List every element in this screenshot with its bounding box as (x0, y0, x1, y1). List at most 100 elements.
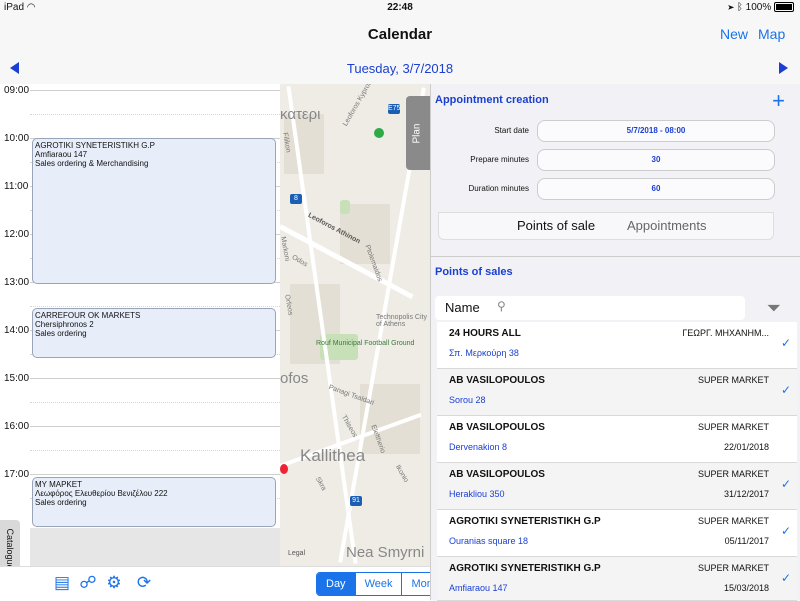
event-name: AGROTIKI SYNETERISTIKH G.P (35, 141, 156, 150)
settings-icon[interactable]: ⚙ (104, 573, 124, 593)
pos-address: Amfiaraou 147 (449, 583, 508, 593)
pos-name: AB VASILOPOULOS (449, 375, 545, 386)
status-bar: iPad ◠ 22:48 ➤ ᛒ 100% (0, 0, 800, 16)
park-area (340, 200, 350, 214)
field-label: Duration minutes (468, 184, 529, 193)
pos-type: ΓΕΩΡΓ. ΜΗΧΑΝΗΜ... (682, 328, 769, 338)
start-date-field[interactable]: 5/7/2018 - 08:00 (537, 120, 775, 142)
tab-appointments[interactable]: Appointments (627, 218, 707, 233)
points-of-sales-title: Points of sales (435, 266, 513, 278)
pos-type: SUPER MARKET (697, 469, 769, 479)
map-label: Rouf Municipal Football Ground (316, 340, 415, 347)
day-calendar[interactable]: 09:00 10:00 11:00 12:00 13:00 14:00 15:0… (0, 84, 280, 566)
map-pin-icon[interactable] (280, 464, 288, 474)
road-shield: E75 (388, 104, 401, 114)
calendar-event[interactable]: MY MAPKET Λεωφόρος Ελευθερίου Βενιζέλου … (32, 477, 276, 527)
pos-address: Sorou 28 (449, 395, 486, 405)
pos-name: AGROTIKI SYNETERISTIKH G.P (449, 563, 601, 574)
event-activity: Sales ordering & Merchandising (35, 159, 149, 168)
map-label: Technopolis City of Athens (376, 314, 427, 328)
calendar-event[interactable]: CARREFOUR OK MARKETS Chersiphronos 2 Sal… (32, 308, 276, 358)
search-label: Name (445, 300, 480, 315)
pos-date: 15/03/2018 (723, 583, 769, 593)
road-shield: 8 (290, 194, 302, 204)
bluetooth-icon: ᛒ (736, 2, 743, 13)
pos-address: Herakliou 350 (449, 489, 505, 499)
map-button[interactable]: Map (758, 26, 785, 42)
day-view-button[interactable]: Day (317, 573, 356, 595)
map-label: Odos (290, 254, 309, 269)
refresh-icon[interactable]: ⟳ (134, 573, 154, 593)
search-row: Name ⚲ ⏷ (431, 296, 800, 322)
field-label: Prepare minutes (470, 155, 529, 164)
list-item[interactable]: AB VASILOPOULOS SUPER MARKET Sorou 28 ✓ (437, 369, 797, 416)
plan-tab[interactable]: Plan (406, 96, 430, 170)
half-hour-line (30, 450, 280, 451)
divider (431, 256, 800, 257)
pos-name: AB VASILOPOULOS (449, 469, 545, 480)
pos-name: AGROTIKI SYNETERISTIKH G.P (449, 516, 601, 527)
list-item[interactable]: AB VASILOPOULOS SUPER MARKET Dervenakion… (437, 416, 797, 463)
map-label: Skra (313, 476, 328, 492)
date-bar: Tuesday, 3/7/2018 (0, 52, 800, 85)
event-address: Chersiphronos 2 (35, 320, 94, 329)
battery-icon (774, 2, 794, 13)
half-hour-line (30, 306, 280, 307)
hour-label: 15:00 (4, 373, 30, 384)
hour-label: 13:00 (4, 277, 30, 288)
list-item[interactable]: AGROTIKI SYNETERISTIKH G.P SUPER MARKET … (437, 510, 797, 557)
hour-label: 11:00 (4, 181, 29, 192)
hour-label: 12:00 (4, 229, 30, 240)
battery-percent: 100% (745, 2, 772, 13)
calendar-footer-area (30, 528, 280, 566)
map-label: κατερι (280, 106, 321, 123)
appointment-panel: Appointment creation + Start date 5/7/20… (430, 84, 800, 601)
pos-type: SUPER MARKET (697, 516, 769, 526)
pos-address: Σπ. Μερκούρη 38 (449, 348, 519, 358)
field-label: Start date (494, 126, 529, 135)
hour-label: 09:00 (4, 85, 30, 96)
list-item[interactable]: AB VASILOPOULOS SUPER MARKET Herakliou 3… (437, 463, 797, 510)
prepare-minutes-field[interactable]: 30 (537, 149, 775, 171)
tab-points-of-sale[interactable]: Points of sale (517, 218, 595, 233)
search-input[interactable]: Name ⚲ (435, 296, 745, 320)
new-button[interactable]: New (720, 26, 748, 42)
pos-type: SUPER MARKET (697, 563, 769, 573)
duration-minutes-field[interactable]: 60 (537, 178, 775, 200)
search-icon: ⚲ (497, 299, 506, 313)
database-icon[interactable]: ▤ (52, 573, 72, 593)
pos-date: 05/11/2017 (724, 536, 769, 546)
hour-label: 10:00 (4, 133, 30, 144)
hour-line (30, 474, 280, 475)
map-legal[interactable]: Legal (288, 550, 305, 557)
filter-icon[interactable]: ⏷ (767, 298, 781, 319)
event-address: Amfiaraou 147 (35, 150, 88, 159)
hour-line (30, 378, 280, 379)
add-icon[interactable]: + (772, 88, 785, 114)
list-item[interactable]: 24 HOURS ALL ΓΕΩΡΓ. ΜΗΧΑΝΗΜ... Σπ. Μερκο… (437, 322, 797, 369)
next-day-icon[interactable] (779, 62, 788, 74)
week-view-button[interactable]: Week (356, 573, 403, 595)
map-pin-icon[interactable] (374, 128, 384, 138)
panel-tabs: Points of sale Appointments (438, 212, 774, 240)
pos-date: 22/01/2018 (723, 442, 769, 452)
map-label: ofos (280, 370, 309, 387)
map-label: Thiseos (339, 414, 359, 439)
navigation-bar: Calendar New Map (0, 16, 800, 50)
hour-line (30, 90, 280, 91)
half-hour-line (30, 114, 280, 115)
half-hour-line (30, 402, 280, 403)
calendar-event[interactable]: AGROTIKI SYNETERISTIKH G.P Amfiaraou 147… (32, 138, 276, 284)
route-icon[interactable]: ☍ (78, 573, 98, 593)
location-icon: ➤ (728, 2, 735, 13)
event-activity: Sales ordering (35, 329, 87, 338)
event-name: CARREFOUR OK MARKETS (35, 311, 141, 320)
appointment-creation-title: Appointment creation (435, 94, 549, 106)
current-date: Tuesday, 3/7/2018 (346, 61, 454, 76)
list-item[interactable]: AGROTIKI SYNETERISTIKH G.P SUPER MARKET … (437, 557, 797, 601)
road-shield: 91 (350, 496, 362, 506)
status-time: 22:48 (387, 2, 413, 13)
map-label: Markoni (280, 236, 291, 262)
pos-name: 24 HOURS ALL (449, 328, 521, 339)
event-address: Λεωφόρος Ελευθερίου Βενιζέλου 222 (35, 489, 168, 498)
